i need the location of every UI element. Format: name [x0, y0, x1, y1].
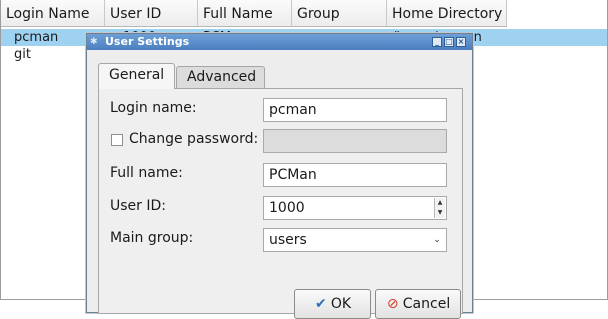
- dialog-titlebar[interactable]: ✱ User Settings _ □ ×: [87, 34, 472, 50]
- list-header: Login Name User ID Full Name Group Home …: [1, 0, 607, 28]
- change-password-label: Change password:: [129, 131, 259, 147]
- close-icon[interactable]: ×: [456, 37, 466, 47]
- tab-advanced[interactable]: Advanced: [176, 66, 265, 88]
- ok-button[interactable]: ✔ OK: [294, 289, 371, 319]
- dialog-title: User Settings: [105, 35, 190, 48]
- user-id-label: User ID:: [110, 198, 166, 214]
- minimize-icon[interactable]: _: [432, 37, 442, 47]
- cell-login: git: [14, 47, 31, 62]
- maximize-icon[interactable]: □: [444, 37, 454, 47]
- dialog-icon: ✱: [90, 37, 98, 47]
- user-id-value: 1000: [269, 200, 305, 216]
- cancel-icon: ⊘: [386, 296, 399, 312]
- user-settings-dialog: ✱ User Settings _ □ × General Advanced L…: [86, 33, 473, 319]
- full-name-label: Full name:: [110, 165, 183, 181]
- cancel-label: Cancel: [402, 296, 451, 312]
- spin-down-icon[interactable]: ▼: [435, 208, 445, 218]
- cell-login: pcman: [14, 30, 59, 45]
- password-field: [263, 129, 447, 153]
- spin-up-icon[interactable]: ▲: [435, 198, 445, 208]
- column-header-home[interactable]: Home Directory: [387, 0, 507, 27]
- login-name-field[interactable]: [263, 98, 447, 122]
- chevron-down-icon[interactable]: ⌄: [429, 230, 445, 250]
- full-name-field[interactable]: [263, 163, 447, 187]
- main-group-select[interactable]: users ⌄: [263, 228, 447, 252]
- spin-buttons[interactable]: ▲ ▼: [434, 198, 445, 218]
- tab-general[interactable]: General: [98, 63, 175, 89]
- cancel-button[interactable]: ⊘ Cancel: [375, 289, 461, 319]
- ok-label: OK: [330, 296, 352, 312]
- login-name-label: Login name:: [110, 100, 197, 116]
- general-tab-pane: Login name: Change password: Full name: …: [98, 88, 463, 314]
- column-header-login[interactable]: Login Name: [1, 0, 105, 27]
- main-group-value: users: [269, 232, 307, 248]
- change-password-checkbox[interactable]: [111, 134, 123, 146]
- column-header-uid[interactable]: User ID: [105, 0, 198, 27]
- check-icon: ✔: [315, 296, 327, 312]
- column-header-group[interactable]: Group: [292, 0, 387, 27]
- main-group-label: Main group:: [110, 230, 194, 246]
- user-id-spinbox[interactable]: 1000 ▲ ▼: [263, 196, 447, 220]
- column-header-fullname[interactable]: Full Name: [198, 0, 292, 27]
